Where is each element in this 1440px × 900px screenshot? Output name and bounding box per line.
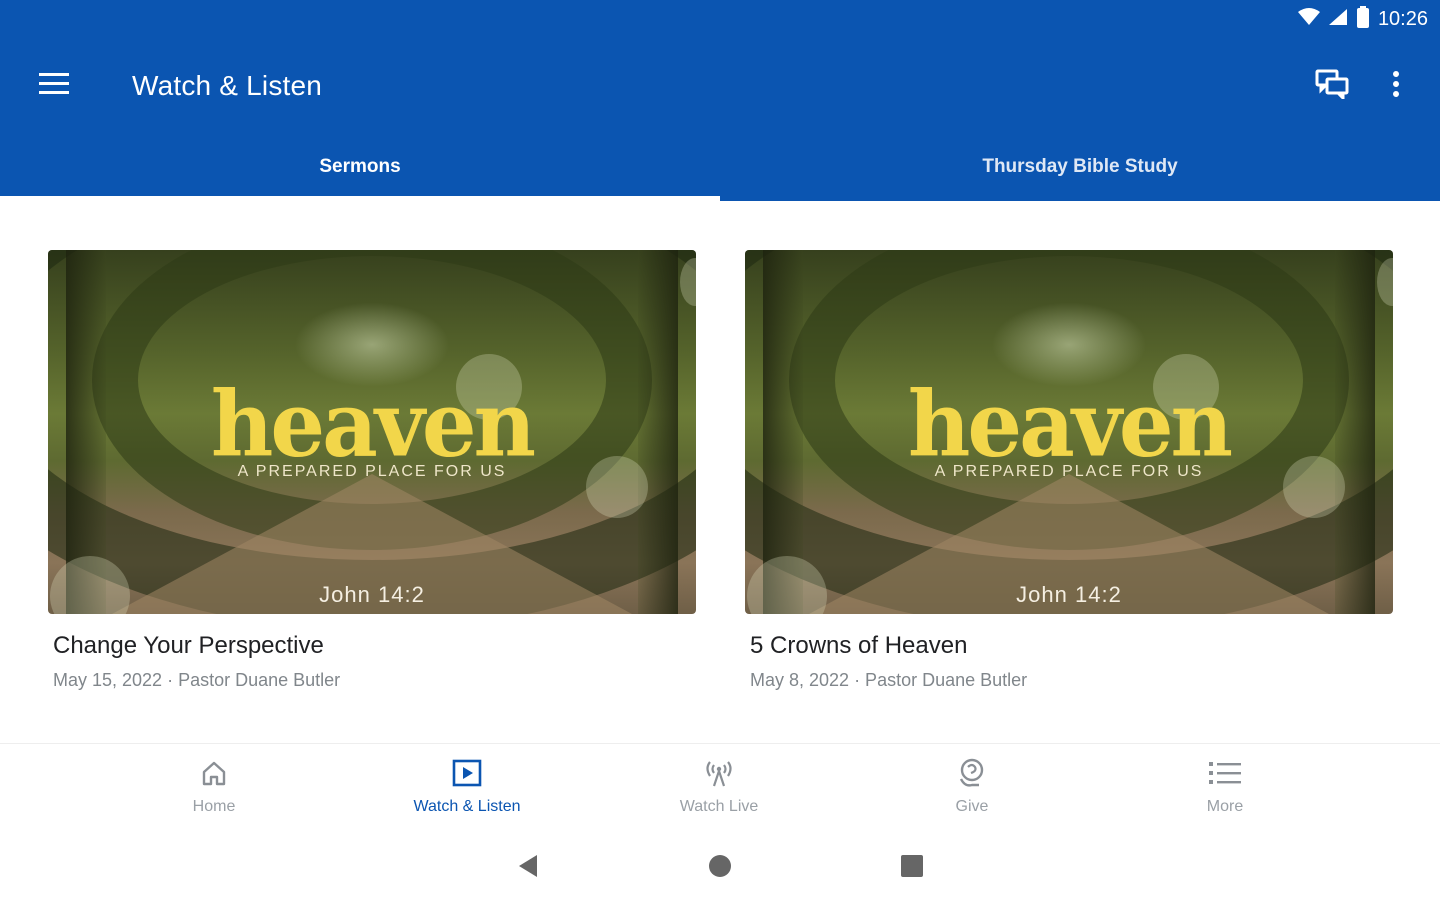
sermon-list: heaven A PREPARED PLACE FOR US John 14:2… [0, 201, 1440, 741]
play-icon [450, 756, 484, 790]
nav-give[interactable]: Give [892, 756, 1052, 826]
list-icon [1208, 756, 1242, 790]
nav-watch-listen[interactable]: Watch & Listen [387, 756, 547, 826]
give-icon [955, 756, 989, 790]
back-icon [517, 854, 539, 883]
home-icon [197, 756, 231, 790]
system-navigation-bar [0, 833, 1440, 900]
artwork-verse: John 14:2 [1016, 582, 1122, 607]
menu-button[interactable] [30, 66, 78, 106]
system-home-button[interactable] [703, 851, 737, 885]
broadcast-icon [702, 756, 736, 790]
nav-label: Give [955, 798, 989, 815]
sermon-thumbnail[interactable]: heaven A PREPARED PLACE FOR US John 14:2 [745, 250, 1393, 614]
menu-icon [39, 72, 69, 100]
bottom-navigation: Home Watch & Listen Watch Live Give More [0, 743, 1440, 833]
chat-icon [1315, 69, 1349, 104]
tab-thursday-bible-study[interactable]: Thursday Bible Study [720, 132, 1440, 201]
tab-bar: Sermons Thursday Bible Study [0, 132, 1440, 201]
artwork-subtitle: A PREPARED PLACE FOR US [934, 463, 1204, 480]
battery-icon [1356, 6, 1370, 33]
sermon-title: 5 Crowns of Heaven [750, 632, 968, 659]
sermon-meta: May 15, 2022 · Pastor Duane Butler [53, 670, 341, 690]
nav-label: More [1206, 798, 1244, 815]
status-bar: 10:26 [0, 0, 1440, 40]
status-time: 10:26 [1377, 8, 1428, 30]
home-circle-icon [708, 854, 732, 883]
nav-more[interactable]: More [1145, 756, 1305, 826]
sermon-meta: May 8, 2022 · Pastor Duane Butler [750, 670, 1028, 690]
sermon-title: Change Your Perspective [53, 632, 324, 659]
system-recents-button[interactable] [895, 851, 929, 885]
sermon-thumbnail[interactable]: heaven A PREPARED PLACE FOR US John 14:2 [48, 250, 696, 614]
page-title: Watch & Listen [132, 70, 323, 101]
overflow-menu-icon [1392, 70, 1400, 102]
sermon-card[interactable]: heaven A PREPARED PLACE FOR US John 14:2… [48, 250, 696, 691]
artwork-headline: heaven [907, 371, 1233, 478]
nav-label: Watch Live [679, 798, 759, 815]
nav-label: Watch & Listen [413, 798, 521, 815]
tab-label: Thursday Bible Study [982, 155, 1178, 177]
recents-icon [901, 854, 923, 882]
tab-sermons[interactable]: Sermons [0, 132, 720, 201]
overflow-menu-button[interactable] [1376, 64, 1416, 108]
app-header: 10:26 Watch & Listen Sermons Thursday Bi… [0, 0, 1440, 201]
chat-button[interactable] [1308, 64, 1356, 108]
artwork-verse: John 14:2 [319, 582, 425, 607]
cellular-signal-icon [1328, 8, 1348, 31]
status-icons: 10:26 [1297, 6, 1428, 33]
artwork-headline: heaven [210, 371, 536, 478]
nav-label: Home [192, 798, 236, 815]
system-back-button[interactable] [511, 851, 545, 885]
tab-label: Sermons [319, 155, 401, 177]
artwork-subtitle: A PREPARED PLACE FOR US [237, 463, 507, 480]
app-bar: Watch & Listen [0, 40, 1440, 132]
nav-watch-live[interactable]: Watch Live [639, 756, 799, 826]
wifi-icon [1297, 8, 1320, 31]
sermon-card[interactable]: heaven A PREPARED PLACE FOR US John 14:2… [745, 250, 1393, 691]
nav-home[interactable]: Home [134, 756, 294, 826]
